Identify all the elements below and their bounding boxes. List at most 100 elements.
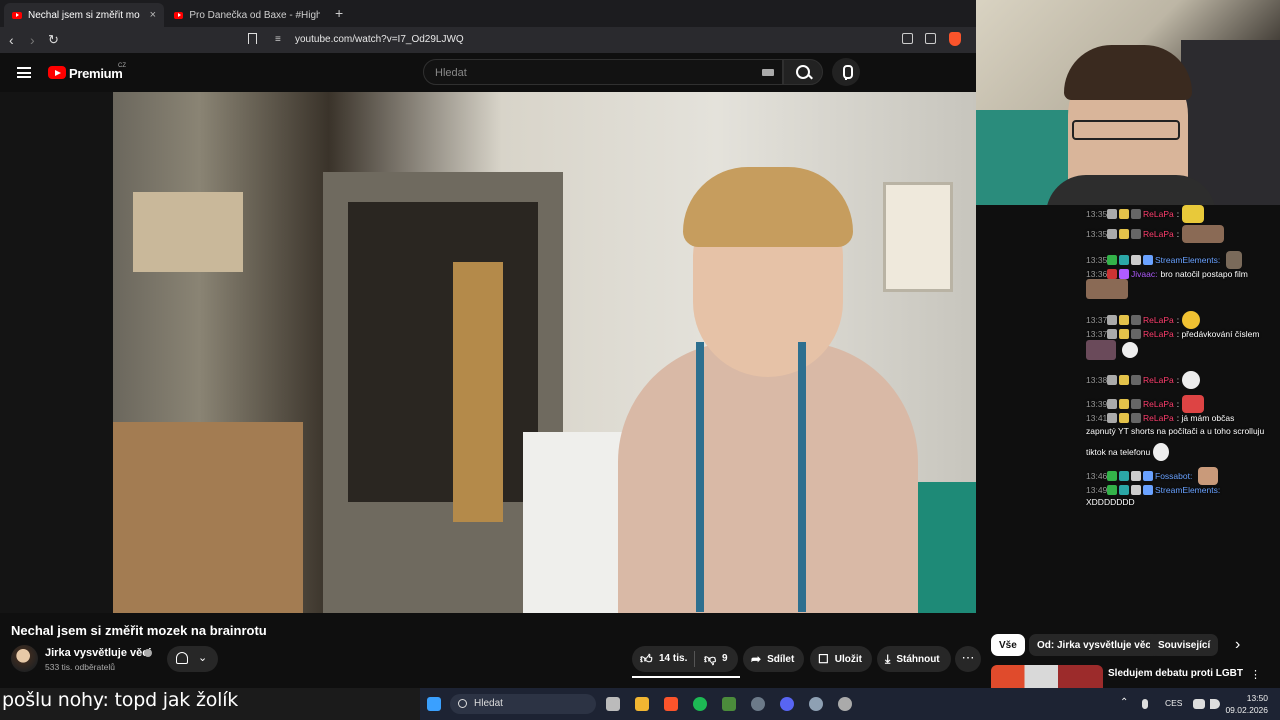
- share-button[interactable]: ➦ Sdílet: [743, 646, 804, 672]
- chat-user: ReLaPa: [1143, 229, 1174, 239]
- dislike-count[interactable]: 9: [722, 653, 728, 664]
- dislike-icon[interactable]: 👎︎: [704, 652, 716, 667]
- emote-icon: [1182, 395, 1205, 413]
- chat-user: ReLaPa: [1143, 399, 1174, 409]
- chip-related[interactable]: Související: [1150, 634, 1219, 656]
- app-icon[interactable]: [751, 697, 765, 711]
- more-actions-button[interactable]: ⋯: [955, 646, 981, 672]
- app-icon[interactable]: [809, 697, 823, 711]
- language-indicator[interactable]: CES: [1165, 698, 1182, 708]
- obs-icon[interactable]: [838, 697, 852, 711]
- chat-text: :: [1176, 315, 1180, 325]
- minecraft-icon[interactable]: [722, 697, 736, 711]
- stream-chat: 13:35 ReLaPa : 13:35 ReLaPa : 13:35 Stre…: [1080, 205, 1280, 510]
- taskbar-search[interactable]: Hledat: [450, 694, 596, 714]
- share-page-icon[interactable]: [925, 33, 936, 44]
- chat-text: :: [1176, 375, 1180, 385]
- new-tab-button[interactable]: +: [335, 5, 343, 21]
- chip-from-channel[interactable]: Od: Jirka vysvětluje věci: [1029, 634, 1162, 656]
- chip-all[interactable]: Vše: [991, 634, 1025, 656]
- chat-message: 13:35 ReLaPa :: [1086, 225, 1225, 243]
- task-view-icon[interactable]: [606, 697, 620, 711]
- badge-icon: [1107, 413, 1117, 423]
- crown-badge-icon: [1119, 229, 1129, 239]
- channel-name[interactable]: Jirka vysvětluje věci: [45, 647, 151, 659]
- seven-badge-icon: [1131, 399, 1141, 409]
- recommendation-title[interactable]: Sledujem debatu proti LGBT: [1108, 668, 1243, 679]
- video-letterbox: [0, 92, 113, 613]
- microphone-icon[interactable]: [1142, 699, 1148, 709]
- save-button[interactable]: ☐ Uložit: [810, 646, 872, 672]
- browser-tab-strip: Nechal jsem si změřit mozek na × Pro Dan…: [0, 0, 976, 27]
- like-count[interactable]: 14 tis.: [659, 653, 687, 664]
- chat-user: ReLaPa: [1143, 329, 1174, 339]
- divider: [694, 651, 695, 667]
- tab-active[interactable]: Nechal jsem si změřit mozek na ×: [4, 3, 164, 27]
- chat-message-continued: XDDDDDDD: [1086, 497, 1135, 507]
- file-explorer-icon[interactable]: [635, 697, 649, 711]
- chat-message: 13:41 ReLaPa : já mám občas: [1086, 413, 1234, 423]
- youtube-logo-icon[interactable]: [48, 66, 66, 79]
- badge-icon: [1107, 315, 1117, 325]
- search-placeholder: Hledat: [435, 67, 467, 79]
- discord-icon[interactable]: [780, 697, 794, 711]
- badge-icon: [1107, 375, 1117, 385]
- back-icon[interactable]: ‹: [9, 31, 14, 49]
- badge-icon: [1107, 229, 1117, 239]
- kebab-menu-icon[interactable]: ⋮: [1250, 668, 1261, 681]
- video-player[interactable]: [113, 92, 976, 613]
- chat-user: ReLaPa: [1143, 209, 1174, 219]
- windows-taskbar: Hledat ⌃ CES 13:50 09.02.2026: [420, 688, 1280, 720]
- network-icon[interactable]: [1193, 699, 1205, 709]
- verified-icon: [144, 649, 152, 657]
- seven-badge-icon: [1131, 329, 1141, 339]
- caption-text: pošlu nohy: topd jak žolík: [2, 689, 239, 711]
- chat-user: ReLaPa: [1143, 375, 1174, 385]
- chat-text: bro natočil postapo film: [1160, 269, 1248, 279]
- dark-room: [348, 202, 538, 502]
- gear-badge-icon: [1131, 485, 1141, 495]
- subscriber-count: 533 tis. odběratelů: [45, 662, 115, 672]
- chat-text: : předávkování číslem: [1176, 329, 1260, 339]
- search-input[interactable]: Hledat: [423, 59, 783, 85]
- like-icon[interactable]: 👍︎: [640, 652, 653, 667]
- subscription-bell-button[interactable]: ⌄: [167, 646, 218, 672]
- voice-search-button[interactable]: [832, 58, 860, 86]
- crown-badge-icon: [1143, 471, 1153, 481]
- forward-icon[interactable]: ›: [30, 31, 35, 49]
- bot-badge-icon: [1119, 255, 1129, 265]
- menu-icon[interactable]: [17, 67, 31, 78]
- youtube-favicon-icon: [174, 11, 184, 19]
- chat-message: 13:35 ReLaPa :: [1086, 205, 1205, 223]
- address-bar[interactable]: youtube.com/watch?v=I7_Od29LJWQ: [295, 34, 464, 45]
- close-tab-icon[interactable]: ×: [150, 9, 156, 21]
- chat-message: 13:35 StreamElements:: [1086, 251, 1243, 269]
- chat-user: Jivaac:: [1131, 269, 1158, 279]
- brave-shields-icon[interactable]: [949, 32, 961, 46]
- gear-badge-icon: [1131, 471, 1141, 481]
- reload-icon[interactable]: ↻: [48, 31, 59, 49]
- download-button[interactable]: ⤓ Stáhnout: [877, 646, 951, 672]
- cast-icon[interactable]: [902, 33, 913, 44]
- brave-icon[interactable]: [664, 697, 678, 711]
- crown-badge-icon: [1143, 485, 1153, 495]
- windows-start-icon[interactable]: [427, 697, 441, 711]
- tab-inactive[interactable]: Pro Danečka od Baxe - #Highlights: [166, 3, 328, 27]
- search-button[interactable]: [783, 59, 823, 85]
- chat-text: tiktok na telefonu: [1086, 447, 1151, 457]
- chat-time: 13:37: [1086, 315, 1108, 325]
- chevron-right-icon[interactable]: ›: [1235, 636, 1240, 654]
- spotify-icon[interactable]: [693, 697, 707, 711]
- site-info-icon[interactable]: ≡: [275, 34, 281, 45]
- recommendation-thumbnail[interactable]: [991, 665, 1103, 688]
- crown-badge-icon: [1119, 399, 1129, 409]
- clock-date[interactable]: 09.02.2026: [1218, 705, 1268, 715]
- tray-overflow-icon[interactable]: ⌃: [1120, 697, 1128, 711]
- bot-badge-icon: [1119, 485, 1129, 495]
- youtube-premium-label[interactable]: Premium: [69, 66, 123, 81]
- clock-time[interactable]: 13:50: [1228, 693, 1268, 703]
- bookmark-icon[interactable]: [248, 33, 257, 44]
- keyboard-icon[interactable]: [762, 69, 774, 76]
- avatar[interactable]: [11, 645, 38, 672]
- glasses-icon: [1072, 120, 1180, 140]
